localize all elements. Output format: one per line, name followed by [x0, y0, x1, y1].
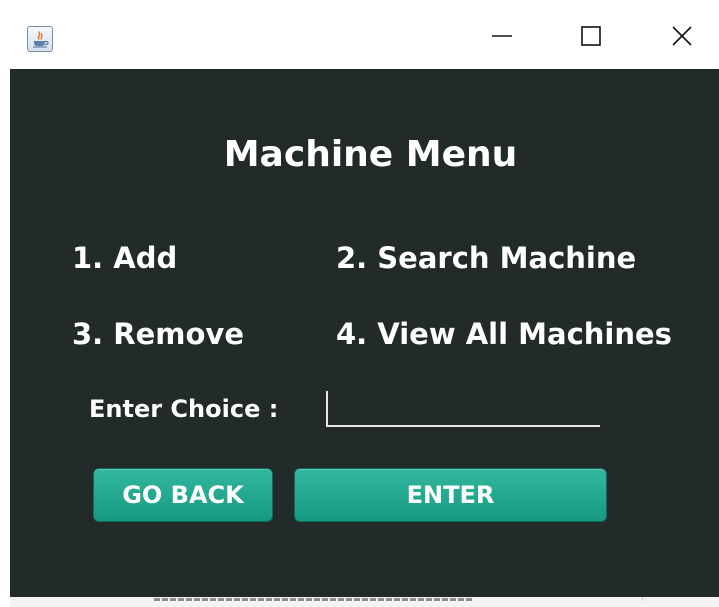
- title-bar[interactable]: [10, 10, 719, 69]
- close-button[interactable]: [652, 10, 712, 62]
- choice-input[interactable]: [326, 391, 600, 427]
- maximize-button[interactable]: [561, 10, 621, 62]
- menu-option-add: 1. Add: [72, 241, 178, 275]
- menu-panel: Machine Menu 1. Add 2. Search Machine 3.…: [10, 69, 719, 597]
- enter-button[interactable]: ENTER: [294, 468, 607, 522]
- obscured-divider: [582, 597, 643, 601]
- close-icon: [672, 26, 692, 46]
- obscured-text-fragment: [154, 598, 474, 601]
- menu-option-remove: 3. Remove: [72, 317, 245, 351]
- minimize-icon: [492, 35, 512, 37]
- app-window: Machine Menu 1. Add 2. Search Machine 3.…: [10, 10, 719, 607]
- choice-label: Enter Choice :: [89, 395, 279, 423]
- page-title: Machine Menu: [223, 134, 518, 175]
- maximize-icon: [581, 26, 601, 46]
- background-window-edge: [10, 597, 719, 607]
- menu-option-view-all-machines: 4. View All Machines: [336, 317, 672, 351]
- go-back-button[interactable]: GO BACK: [93, 468, 273, 522]
- minimize-button[interactable]: [472, 10, 532, 62]
- java-cup-icon[interactable]: [27, 26, 53, 52]
- menu-option-search-machine: 2. Search Machine: [336, 241, 637, 275]
